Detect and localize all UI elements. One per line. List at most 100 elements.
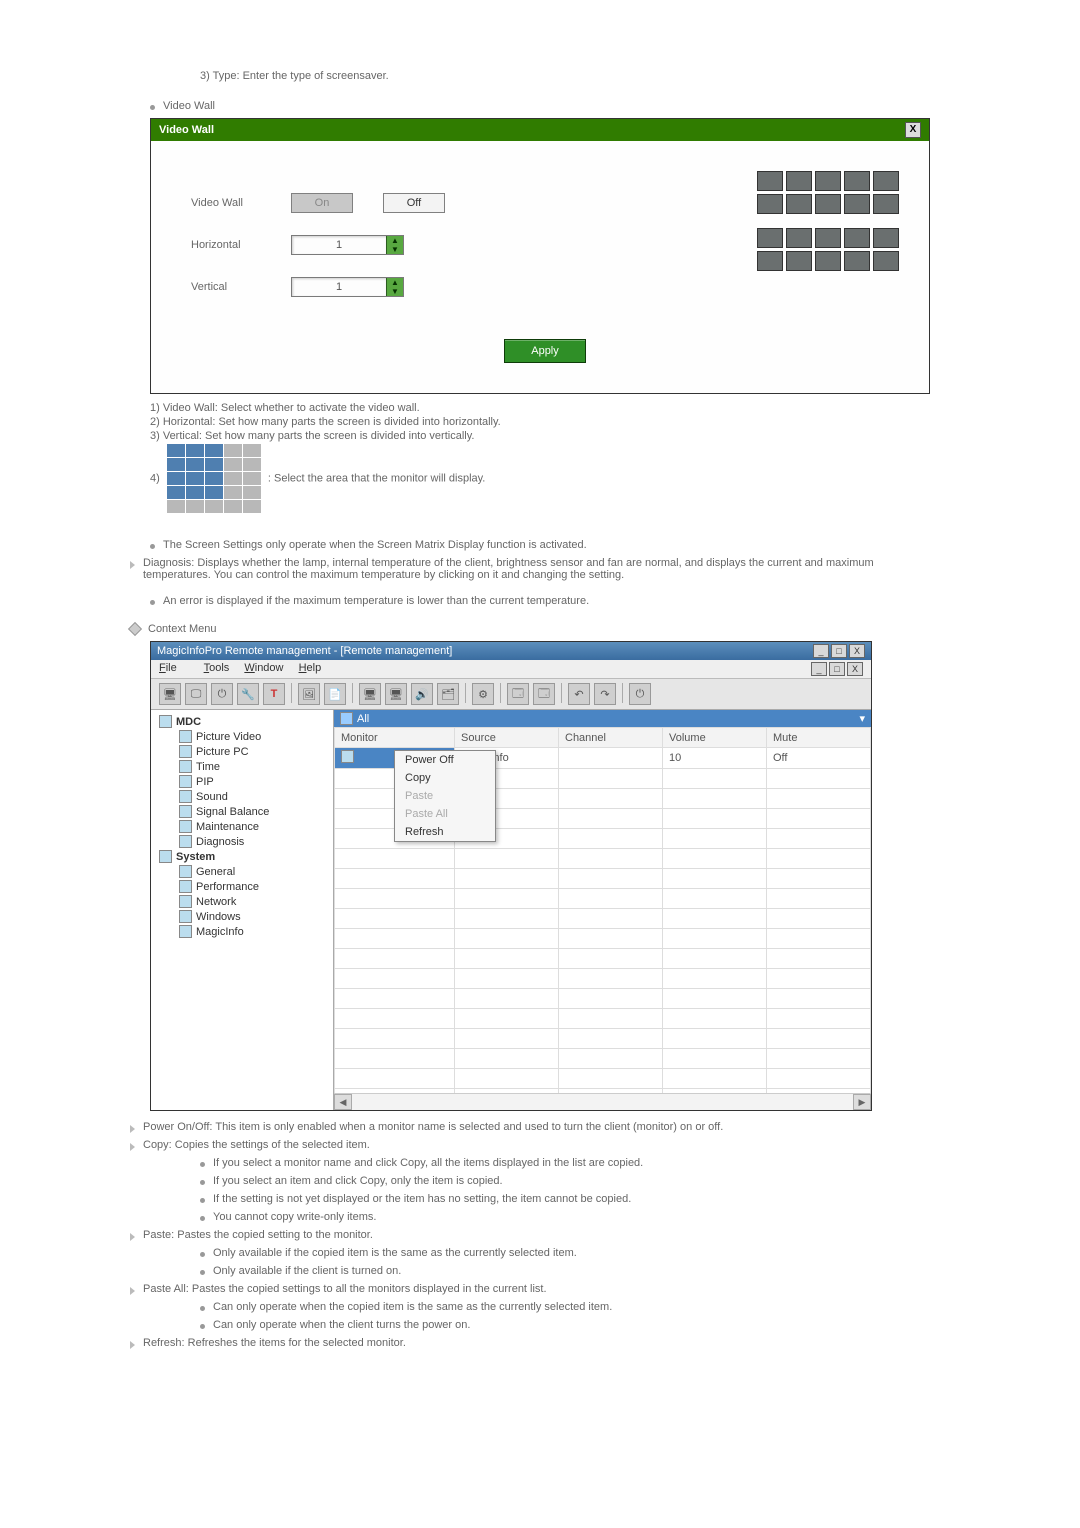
window-title: MagicInfoPro Remote management - [Remote… xyxy=(157,645,452,657)
tree-item[interactable]: Performance xyxy=(153,879,331,894)
separator xyxy=(561,683,562,703)
vertical-input[interactable] xyxy=(292,278,386,296)
monitor-icon xyxy=(340,712,353,725)
arrow-icon xyxy=(130,561,135,569)
tree-item[interactable]: Picture PC xyxy=(153,744,331,759)
speaker-icon xyxy=(179,790,192,803)
video-wall-on-button[interactable]: On xyxy=(291,193,353,213)
tool-icon[interactable]: 🔊 xyxy=(411,683,433,705)
monitor-icon xyxy=(159,715,172,728)
context-copy[interactable]: Copy xyxy=(395,769,495,787)
scroll-right-icon[interactable]: ▶ xyxy=(853,1094,871,1110)
chevron-down-icon[interactable]: ▼ xyxy=(387,245,403,254)
list-panel: All ▾ Monitor Source Channel Volume Mute… xyxy=(334,710,871,1110)
bullet-icon xyxy=(150,544,155,549)
col-mute[interactable]: Mute xyxy=(767,728,871,748)
scroll-left-icon[interactable]: ◀ xyxy=(334,1094,352,1110)
horizontal-input[interactable] xyxy=(292,236,386,254)
redo-icon[interactable]: ↷ xyxy=(594,683,616,705)
type-screensaver-line: 3) Type: Enter the type of screensaver. xyxy=(200,70,930,82)
horizontal-scrollbar[interactable]: ◀ ▶ xyxy=(334,1093,871,1110)
windows-icon xyxy=(179,910,192,923)
sub-close-button[interactable]: X xyxy=(847,662,863,676)
chevron-up-icon[interactable]: ▲ xyxy=(387,278,403,287)
separator xyxy=(291,683,292,703)
chevron-up-icon[interactable]: ▲ xyxy=(387,236,403,245)
tool-icon[interactable]: 🔧 xyxy=(237,683,259,705)
copy-sub-2: If you select an item and click Copy, on… xyxy=(213,1175,503,1187)
col-volume[interactable]: Volume xyxy=(663,728,767,748)
note-3: 3) Vertical: Set how many parts the scre… xyxy=(150,430,930,442)
tool-icon[interactable]: ⏻ xyxy=(211,683,233,705)
tool-icon[interactable]: 🗔 xyxy=(507,683,529,705)
tree-item-icon xyxy=(179,865,192,878)
apply-button[interactable]: Apply xyxy=(504,339,586,363)
chevron-down-icon[interactable]: ▼ xyxy=(387,287,403,296)
tree-item[interactable]: Windows xyxy=(153,909,331,924)
tool-icon[interactable]: 🖼 xyxy=(298,683,320,705)
menu-window[interactable]: Window xyxy=(244,662,283,674)
diamond-icon xyxy=(128,622,142,636)
power-icon[interactable]: ⏻ xyxy=(629,683,651,705)
tool-icon[interactable]: 🖵 xyxy=(185,683,207,705)
note-copy: Copy: Copies the settings of the selecte… xyxy=(143,1139,370,1151)
tree-item[interactable]: Sound xyxy=(153,789,331,804)
undo-icon[interactable]: ↶ xyxy=(568,683,590,705)
sub-minimize-button[interactable]: _ xyxy=(811,662,827,676)
dropdown-icon[interactable]: ▾ xyxy=(859,712,865,725)
paste-all-sub-1: Can only operate when the copied item is… xyxy=(213,1301,612,1313)
paste-sub-2: Only available if the client is turned o… xyxy=(213,1265,401,1277)
col-source[interactable]: Source xyxy=(455,728,559,748)
tool-icon[interactable]: 🗔 xyxy=(533,683,555,705)
tree-item-icon xyxy=(179,730,192,743)
context-paste: Paste xyxy=(395,787,495,805)
arrow-icon xyxy=(130,1287,135,1295)
tool-icon[interactable]: 🗂 xyxy=(437,683,459,705)
menu-bar: File Tools Window Help _ □ X xyxy=(151,660,871,679)
area-select-grid-icon xyxy=(167,444,261,513)
separator xyxy=(465,683,466,703)
menu-help[interactable]: Help xyxy=(299,662,322,674)
col-channel[interactable]: Channel xyxy=(559,728,663,748)
tool-icon[interactable]: 🖥 xyxy=(359,683,381,705)
tree-item[interactable]: Picture Video xyxy=(153,729,331,744)
tree-item[interactable]: Signal Balance xyxy=(153,804,331,819)
note-refresh: Refresh: Refreshes the items for the sel… xyxy=(143,1337,406,1349)
video-wall-off-button[interactable]: Off xyxy=(383,193,445,213)
tree-item[interactable]: PIP xyxy=(153,774,331,789)
menu-tools[interactable]: Tools xyxy=(204,662,230,674)
close-icon[interactable]: X xyxy=(905,122,921,138)
tool-icon[interactable]: 🖥 xyxy=(159,683,181,705)
horizontal-label: Horizontal xyxy=(191,239,291,251)
tree-item[interactable]: General xyxy=(153,864,331,879)
diagnosis-sub: An error is displayed if the maximum tem… xyxy=(163,595,589,607)
menu-file[interactable]: File xyxy=(159,662,189,674)
vertical-spinner[interactable]: ▲ ▼ xyxy=(291,277,404,297)
tree-item[interactable]: Time xyxy=(153,759,331,774)
col-monitor[interactable]: Monitor xyxy=(335,728,455,748)
bullet-icon xyxy=(200,1306,205,1311)
tree-item[interactable]: Network xyxy=(153,894,331,909)
horizontal-spinner[interactable]: ▲ ▼ xyxy=(291,235,404,255)
bullet-icon xyxy=(150,105,155,110)
magicinfo-icon xyxy=(179,925,192,938)
screen-settings-note: The Screen Settings only operate when th… xyxy=(163,539,587,551)
tree-root-mdc[interactable]: MDC xyxy=(153,714,331,729)
window-maximize-button[interactable]: □ xyxy=(831,644,847,658)
window-close-button[interactable]: X xyxy=(849,644,865,658)
sub-maximize-button[interactable]: □ xyxy=(829,662,845,676)
tool-icon[interactable]: 🖥 xyxy=(385,683,407,705)
tree-item[interactable]: Maintenance xyxy=(153,819,331,834)
tree-root-system[interactable]: System xyxy=(153,849,331,864)
tool-text-icon[interactable]: T xyxy=(263,683,285,705)
context-power-off[interactable]: Power Off xyxy=(395,751,495,769)
tool-icon[interactable]: 📄 xyxy=(324,683,346,705)
tree-item-icon xyxy=(179,880,192,893)
tree-item[interactable]: Diagnosis xyxy=(153,834,331,849)
bullet-icon xyxy=(200,1216,205,1221)
context-refresh[interactable]: Refresh xyxy=(395,823,495,841)
window-minimize-button[interactable]: _ xyxy=(813,644,829,658)
tree-item[interactable]: MagicInfo xyxy=(153,924,331,939)
tool-icon[interactable]: ⚙ xyxy=(472,683,494,705)
bullet-icon xyxy=(150,600,155,605)
